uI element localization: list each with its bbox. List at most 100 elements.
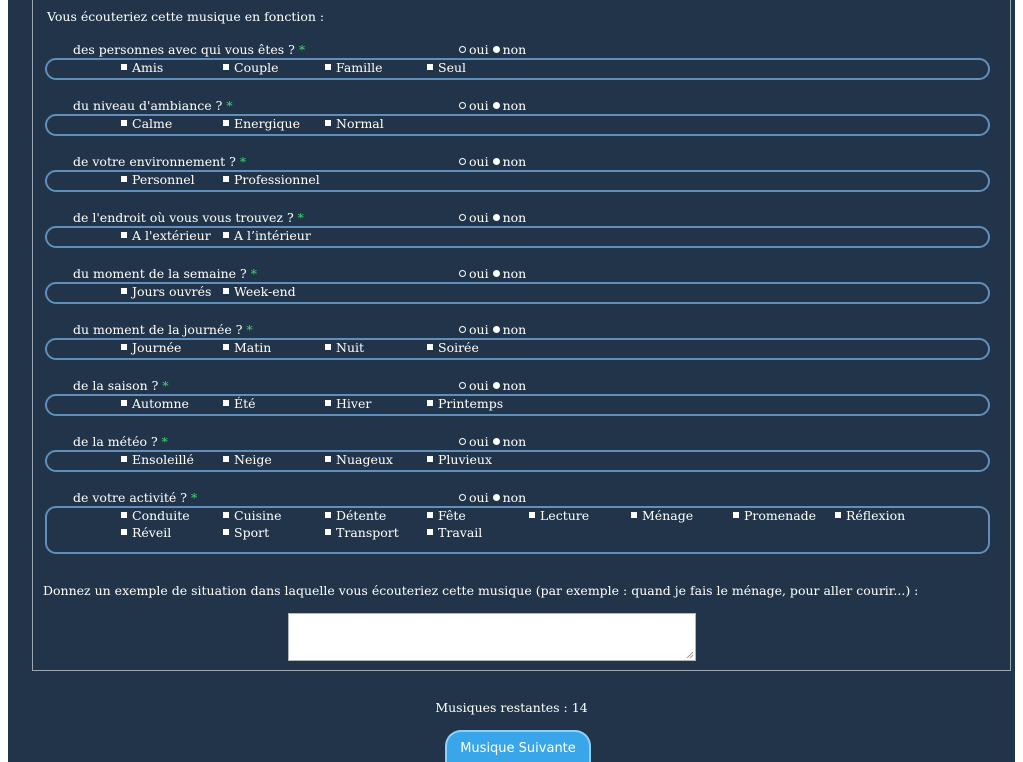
option-checkbox[interactable]: Amis xyxy=(121,60,163,75)
radio-yes-label[interactable]: oui xyxy=(469,266,489,281)
option-checkbox[interactable]: Week-end xyxy=(223,284,296,299)
option-label[interactable]: A l'extérieur xyxy=(132,228,211,243)
option-checkbox[interactable]: Jours ouvrés xyxy=(121,284,211,299)
radio-no[interactable] xyxy=(492,382,500,389)
checkbox-icon[interactable] xyxy=(121,511,127,518)
radio-no[interactable] xyxy=(492,158,500,165)
option-checkbox[interactable]: Neige xyxy=(223,452,272,467)
option-label[interactable]: Seul xyxy=(438,60,466,75)
radio-yes-label[interactable]: oui xyxy=(469,98,489,113)
option-label[interactable]: Nuageux xyxy=(336,452,393,467)
radio-yes-label[interactable]: oui xyxy=(469,378,489,393)
option-label[interactable]: Réflexion xyxy=(846,508,905,523)
radio-yes[interactable] xyxy=(459,46,466,53)
radio-no-label[interactable]: non xyxy=(503,266,527,281)
option-checkbox[interactable]: Couple xyxy=(223,60,279,75)
checkbox-icon[interactable] xyxy=(223,231,229,238)
checkbox-icon[interactable] xyxy=(121,175,127,182)
option-label[interactable]: Travail xyxy=(438,525,482,540)
option-label[interactable]: Lecture xyxy=(540,508,589,523)
option-label[interactable]: Cuisine xyxy=(234,508,281,523)
option-label[interactable]: Fête xyxy=(438,508,466,523)
option-label[interactable]: Journée xyxy=(132,340,181,355)
radio-no-label[interactable]: non xyxy=(503,210,527,225)
checkbox-icon[interactable] xyxy=(427,455,433,462)
radio-no-label[interactable]: non xyxy=(503,42,527,57)
radio-no[interactable] xyxy=(492,438,500,445)
checkbox-icon[interactable] xyxy=(121,455,127,462)
radio-no[interactable] xyxy=(492,214,500,221)
option-label[interactable]: Week-end xyxy=(234,284,296,299)
checkbox-icon[interactable] xyxy=(223,455,229,462)
radio-no-label[interactable]: non xyxy=(503,490,527,505)
checkbox-icon[interactable] xyxy=(325,399,331,406)
checkbox-icon[interactable] xyxy=(529,511,535,518)
option-label[interactable]: Personnel xyxy=(132,172,195,187)
radio-yes-label[interactable]: oui xyxy=(469,434,489,449)
option-checkbox[interactable]: Hiver xyxy=(325,396,371,411)
option-checkbox[interactable]: Personnel xyxy=(121,172,195,187)
option-label[interactable]: Famille xyxy=(336,60,383,75)
radio-no-label[interactable]: non xyxy=(503,154,527,169)
example-textarea[interactable] xyxy=(288,613,696,661)
checkbox-icon[interactable] xyxy=(325,528,331,535)
option-checkbox[interactable]: Journée xyxy=(121,340,181,355)
radio-yes[interactable] xyxy=(459,326,466,333)
option-checkbox[interactable]: Famille xyxy=(325,60,383,75)
option-checkbox[interactable]: Conduite xyxy=(121,508,190,523)
radio-no[interactable] xyxy=(492,46,500,53)
checkbox-icon[interactable] xyxy=(121,63,127,70)
option-checkbox[interactable]: Nuit xyxy=(325,340,364,355)
option-checkbox[interactable]: Energique xyxy=(223,116,300,131)
checkbox-icon[interactable] xyxy=(121,399,127,406)
checkbox-icon[interactable] xyxy=(325,511,331,518)
option-label[interactable]: Amis xyxy=(132,60,163,75)
option-label[interactable]: Neige xyxy=(234,452,272,467)
option-label[interactable]: Hiver xyxy=(336,396,371,411)
option-checkbox[interactable]: Professionnel xyxy=(223,172,320,187)
checkbox-icon[interactable] xyxy=(325,455,331,462)
checkbox-icon[interactable] xyxy=(223,287,229,294)
radio-yes[interactable] xyxy=(459,102,466,109)
checkbox-icon[interactable] xyxy=(223,399,229,406)
option-checkbox[interactable]: Promenade xyxy=(733,508,816,523)
checkbox-icon[interactable] xyxy=(223,63,229,70)
option-label[interactable]: Réveil xyxy=(132,525,171,540)
checkbox-icon[interactable] xyxy=(325,343,331,350)
radio-yes-label[interactable]: oui xyxy=(469,154,489,169)
option-checkbox[interactable]: Sport xyxy=(223,525,269,540)
option-checkbox[interactable]: Printemps xyxy=(427,396,503,411)
radio-no[interactable] xyxy=(492,270,500,277)
option-checkbox[interactable]: Cuisine xyxy=(223,508,281,523)
option-label[interactable]: Ménage xyxy=(642,508,693,523)
option-label[interactable]: Soirée xyxy=(438,340,479,355)
option-checkbox[interactable]: Réveil xyxy=(121,525,171,540)
option-label[interactable]: Transport xyxy=(336,525,399,540)
radio-yes-label[interactable]: oui xyxy=(469,322,489,337)
option-label[interactable]: Energique xyxy=(234,116,300,131)
radio-yes[interactable] xyxy=(459,382,466,389)
option-checkbox[interactable]: Automne xyxy=(121,396,189,411)
option-label[interactable]: Jours ouvrés xyxy=(132,284,211,299)
radio-yes[interactable] xyxy=(459,214,466,221)
option-checkbox[interactable]: Soirée xyxy=(427,340,479,355)
option-label[interactable]: Pluvieux xyxy=(438,452,492,467)
checkbox-icon[interactable] xyxy=(223,511,229,518)
option-label[interactable]: Calme xyxy=(132,116,172,131)
option-label[interactable]: Détente xyxy=(336,508,386,523)
radio-no[interactable] xyxy=(492,102,500,109)
option-checkbox[interactable]: Été xyxy=(223,396,256,411)
radio-no[interactable] xyxy=(492,326,500,333)
checkbox-icon[interactable] xyxy=(223,343,229,350)
next-music-button[interactable]: Musique Suivante xyxy=(445,730,591,762)
checkbox-icon[interactable] xyxy=(427,528,433,535)
checkbox-icon[interactable] xyxy=(121,119,127,126)
option-checkbox[interactable]: Matin xyxy=(223,340,271,355)
checkbox-icon[interactable] xyxy=(427,343,433,350)
option-label[interactable]: Promenade xyxy=(744,508,816,523)
option-checkbox[interactable]: A l'extérieur xyxy=(121,228,211,243)
checkbox-icon[interactable] xyxy=(223,175,229,182)
option-label[interactable]: Professionnel xyxy=(234,172,320,187)
option-checkbox[interactable]: Lecture xyxy=(529,508,589,523)
option-checkbox[interactable]: Pluvieux xyxy=(427,452,492,467)
